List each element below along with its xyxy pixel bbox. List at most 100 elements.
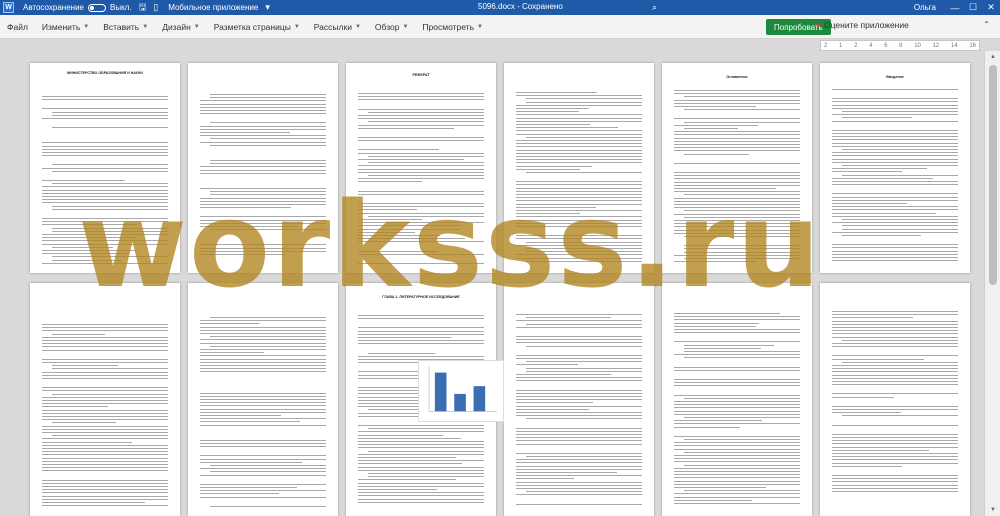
autosave-control[interactable]: Автосохранение Выкл. bbox=[23, 3, 132, 12]
text-line bbox=[200, 402, 326, 404]
text-line bbox=[516, 494, 642, 496]
text-line bbox=[200, 443, 326, 444]
text-line bbox=[42, 492, 168, 494]
text-line bbox=[358, 431, 484, 433]
user-name[interactable]: Ольга bbox=[914, 3, 936, 12]
text-line bbox=[42, 96, 168, 97]
text-line bbox=[200, 113, 326, 115]
text-line bbox=[684, 344, 775, 346]
rate-app-button[interactable]: ♥ Оцените приложение bbox=[816, 20, 909, 30]
text-line bbox=[674, 140, 800, 142]
page-8[interactable] bbox=[188, 283, 338, 516]
close-icon[interactable]: ✕ bbox=[982, 2, 1000, 13]
text-line bbox=[832, 158, 958, 160]
text-line bbox=[516, 320, 642, 322]
text-line bbox=[42, 460, 168, 462]
maximize-icon[interactable]: ☐ bbox=[964, 2, 982, 13]
text-line bbox=[516, 430, 642, 432]
text-line bbox=[832, 484, 958, 486]
text-line bbox=[832, 181, 958, 182]
text-line bbox=[42, 441, 133, 443]
menu-review[interactable]: Обзор ▼ bbox=[368, 22, 416, 32]
menu-mailings[interactable]: Рассылки ▼ bbox=[307, 22, 368, 32]
text-line bbox=[684, 351, 800, 352]
page-6[interactable]: Введение bbox=[820, 63, 970, 273]
horizontal-ruler[interactable]: 2 1 2 4 6 8 10 12 14 16 bbox=[820, 40, 980, 51]
text-line bbox=[42, 167, 168, 169]
text-line bbox=[210, 144, 326, 146]
text-line bbox=[526, 491, 642, 493]
text-line bbox=[516, 377, 642, 379]
text-line bbox=[832, 107, 958, 109]
menu-edit-label: Изменить bbox=[41, 21, 81, 32]
text-line bbox=[358, 340, 484, 342]
text-line bbox=[516, 117, 642, 119]
text-line bbox=[674, 162, 800, 164]
text-line bbox=[832, 384, 958, 386]
page-heading: Оглавление bbox=[726, 75, 748, 79]
ruler-tick: 8 bbox=[899, 42, 903, 49]
text-line bbox=[684, 347, 761, 349]
dropdown-chevron-icon[interactable]: ▾ bbox=[265, 2, 270, 13]
text-line bbox=[674, 329, 800, 330]
text-line bbox=[42, 343, 168, 345]
scroll-up-arrow-icon[interactable]: ▲ bbox=[985, 51, 1000, 63]
text-line bbox=[42, 451, 168, 453]
text-line bbox=[52, 170, 168, 172]
text-line bbox=[516, 472, 618, 473]
menu-view[interactable]: Просмотреть ▼ bbox=[415, 22, 490, 32]
page-12[interactable] bbox=[820, 283, 970, 516]
minimize-icon[interactable]: — bbox=[946, 3, 964, 13]
text-line bbox=[42, 409, 168, 411]
text-line bbox=[516, 452, 642, 454]
page-11[interactable] bbox=[662, 283, 812, 516]
page-figure-bar-chart bbox=[418, 360, 504, 422]
text-line bbox=[516, 108, 589, 109]
text-line bbox=[52, 365, 119, 367]
text-line bbox=[674, 150, 800, 152]
mobile-app-label[interactable]: Мобильное приложение bbox=[168, 3, 258, 12]
text-line bbox=[832, 168, 928, 170]
text-line bbox=[674, 503, 800, 504]
text-line bbox=[832, 323, 958, 325]
text-line bbox=[52, 111, 168, 113]
chevron-down-icon: ▼ bbox=[354, 23, 361, 30]
scroll-down-arrow-icon[interactable]: ▼ bbox=[985, 504, 1000, 516]
text-line bbox=[832, 222, 958, 224]
text-line bbox=[674, 445, 800, 447]
text-line bbox=[358, 140, 484, 142]
menu-layout[interactable]: Разметка страницы ▼ bbox=[207, 22, 307, 32]
text-line bbox=[358, 99, 484, 101]
menu-design[interactable]: Дизайн ▼ bbox=[155, 22, 207, 32]
text-line bbox=[674, 332, 800, 334]
ruler-tick: 4 bbox=[869, 42, 873, 49]
chevron-up-icon[interactable]: ⌃ bbox=[983, 20, 990, 29]
text-line bbox=[358, 137, 484, 138]
search-icon[interactable]: ⌕ bbox=[652, 2, 657, 13]
page-7[interactable] bbox=[30, 283, 180, 516]
text-line bbox=[200, 424, 326, 426]
text-line bbox=[42, 467, 168, 469]
page-10[interactable] bbox=[504, 283, 654, 516]
text-line bbox=[832, 346, 958, 348]
text-line bbox=[832, 129, 958, 131]
text-line bbox=[832, 440, 958, 442]
watermark-text: worksss.ru bbox=[78, 176, 823, 314]
text-line bbox=[358, 498, 484, 500]
vertical-scrollbar[interactable]: ▲ ▼ bbox=[984, 51, 1000, 516]
text-line bbox=[358, 149, 439, 151]
text-line bbox=[200, 399, 326, 400]
text-line bbox=[832, 145, 958, 147]
text-line bbox=[200, 110, 326, 111]
text-line bbox=[674, 319, 800, 321]
text-line bbox=[42, 464, 168, 465]
menu-file[interactable]: Файл bbox=[0, 22, 35, 32]
menu-edit[interactable]: Изменить ▼ bbox=[35, 22, 96, 32]
scrollbar-thumb[interactable] bbox=[989, 65, 997, 285]
text-line bbox=[674, 131, 800, 133]
menu-insert[interactable]: Вставить ▼ bbox=[96, 22, 155, 32]
text-line bbox=[42, 118, 168, 119]
autosave-toggle[interactable] bbox=[87, 3, 106, 12]
text-line bbox=[832, 449, 929, 451]
save-icon[interactable]: 🖫 bbox=[139, 0, 147, 16]
